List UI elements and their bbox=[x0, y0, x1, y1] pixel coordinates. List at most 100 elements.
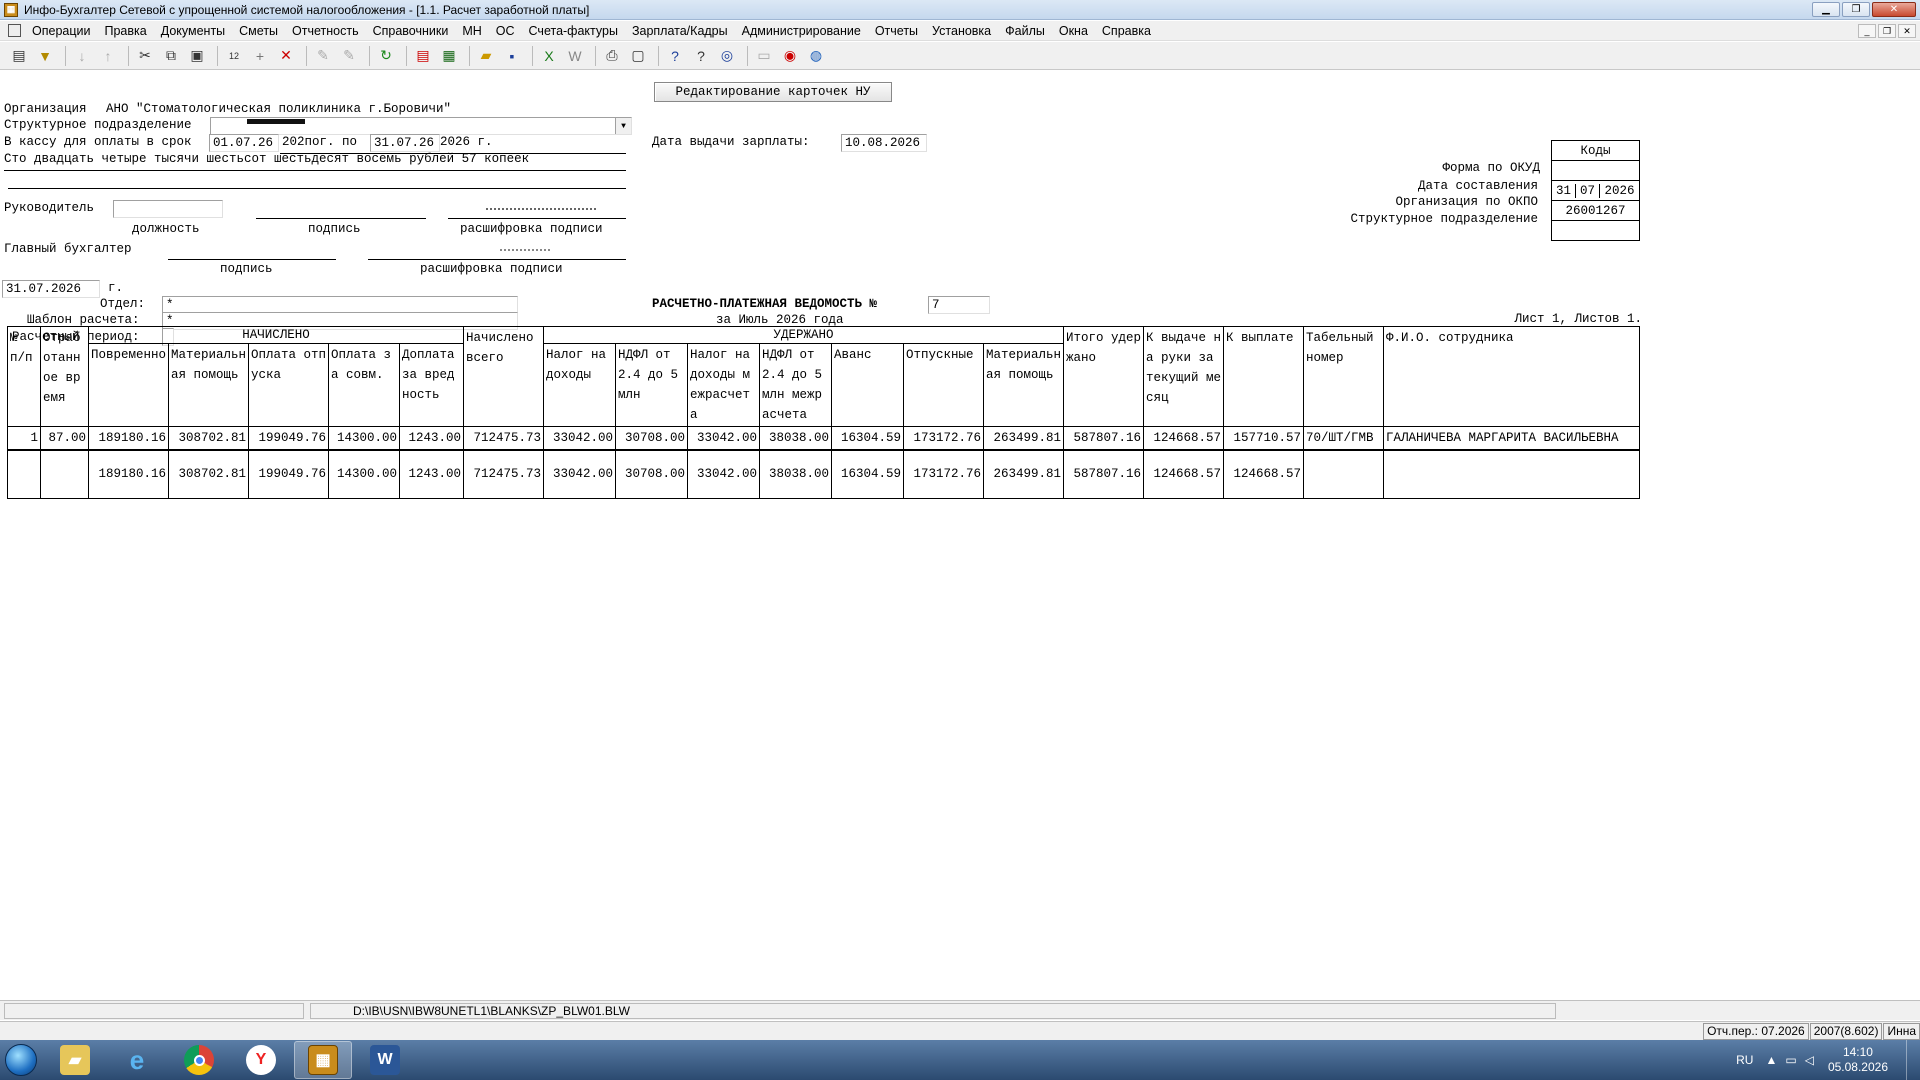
cell[interactable]: 30708.00 bbox=[615, 426, 688, 451]
head-position-field[interactable] bbox=[113, 200, 223, 218]
mdi-close-button[interactable]: ✕ bbox=[1898, 24, 1916, 38]
close-button[interactable]: ✕ bbox=[1872, 2, 1916, 17]
cell[interactable]: 308702.81 bbox=[168, 426, 249, 451]
calculator-icon[interactable]: ▤ bbox=[8, 45, 30, 67]
mdi-restore-button[interactable]: ❐ bbox=[1878, 24, 1896, 38]
start-button[interactable] bbox=[0, 1040, 42, 1080]
globe-icon[interactable]: ◍ bbox=[805, 45, 827, 67]
taskbar-infobuh[interactable]: ▦ bbox=[294, 1041, 352, 1079]
cell[interactable]: 157710.57 bbox=[1223, 426, 1304, 451]
taskbar-word[interactable]: W bbox=[356, 1041, 414, 1079]
table-row[interactable]: 1 87.00 189180.16 308702.81 199049.76 14… bbox=[7, 426, 1640, 451]
add-icon[interactable]: + bbox=[249, 45, 271, 67]
menu-os[interactable]: ОС bbox=[489, 21, 522, 41]
cell[interactable]: 1243.00 bbox=[399, 426, 464, 451]
chevron-down-icon[interactable]: ▼ bbox=[615, 118, 631, 134]
word-icon[interactable]: W bbox=[564, 45, 586, 67]
minimize-button[interactable]: ▁ bbox=[1812, 2, 1840, 17]
restore-button[interactable]: ❐ bbox=[1842, 2, 1870, 17]
cut-icon[interactable]: ✂ bbox=[134, 45, 156, 67]
cell[interactable]: 1 bbox=[7, 426, 41, 451]
subdiv-select[interactable]: ▼ bbox=[210, 117, 632, 135]
cell[interactable]: 173172.76 bbox=[903, 426, 984, 451]
report-icon[interactable]: ▭ bbox=[753, 45, 775, 67]
menu-windows[interactable]: Окна bbox=[1052, 21, 1095, 41]
cell[interactable]: 33042.00 bbox=[543, 426, 616, 451]
numbering-icon[interactable]: 1​2 bbox=[223, 45, 245, 67]
doc-date-field[interactable]: 31.07.2026 bbox=[2, 280, 100, 298]
network-icon[interactable]: ▭ bbox=[1785, 1053, 1796, 1067]
edit-disabled-icon[interactable]: ✎ bbox=[338, 45, 360, 67]
cell[interactable]: 16304.59 bbox=[831, 426, 904, 451]
compass-icon[interactable]: ◎ bbox=[716, 45, 738, 67]
accounting-app-icon: ▦ bbox=[308, 1045, 338, 1075]
cell[interactable]: 87.00 bbox=[40, 426, 89, 451]
menu-settings[interactable]: Установка bbox=[925, 21, 998, 41]
header-withheld-col: Аванс bbox=[831, 343, 904, 427]
clock[interactable]: 14:10 05.08.2026 bbox=[1828, 1045, 1888, 1075]
open-folder-icon[interactable]: ▰ bbox=[475, 45, 497, 67]
print-icon[interactable]: ⎙ bbox=[601, 45, 623, 67]
tray-expand-icon[interactable]: ▲ bbox=[1765, 1053, 1777, 1067]
pdf-icon[interactable]: ▤ bbox=[412, 45, 434, 67]
menu-documents[interactable]: Документы bbox=[154, 21, 232, 41]
sort-asc-icon[interactable]: ↓ bbox=[71, 45, 93, 67]
date-to-field[interactable]: 31.07.26 bbox=[370, 134, 440, 152]
app-icon[interactable]: ▦ bbox=[4, 2, 18, 17]
menu-files[interactable]: Файлы bbox=[998, 21, 1052, 41]
preview-icon[interactable]: ▢ bbox=[627, 45, 649, 67]
total-cell: 33042.00 bbox=[543, 449, 616, 499]
menu-reports[interactable]: Отчеты bbox=[868, 21, 925, 41]
show-desktop-button[interactable] bbox=[1906, 1040, 1920, 1080]
cell[interactable]: 70/ШТ/ГМВ bbox=[1303, 426, 1384, 451]
mdi-minimize-button[interactable]: _ bbox=[1858, 24, 1876, 38]
language-indicator[interactable]: RU bbox=[1736, 1053, 1753, 1067]
paste-icon[interactable]: ▣ bbox=[186, 45, 208, 67]
refresh-icon[interactable]: ↻ bbox=[375, 45, 397, 67]
help-icon[interactable]: ? bbox=[664, 45, 686, 67]
edit-icon[interactable]: ✎ bbox=[312, 45, 334, 67]
menu-operations[interactable]: Операции bbox=[25, 21, 97, 41]
codes-subdiv-label: Структурное подразделение bbox=[1350, 212, 1538, 226]
pay-date-field[interactable]: 10.08.2026 bbox=[841, 134, 927, 152]
sort-desc-icon[interactable]: ↑ bbox=[97, 45, 119, 67]
cell[interactable]: 712475.73 bbox=[463, 426, 544, 451]
volume-icon[interactable]: ◁ bbox=[1805, 1053, 1814, 1067]
menu-mn[interactable]: МН bbox=[455, 21, 488, 41]
delete-icon[interactable]: ✕ bbox=[275, 45, 297, 67]
cell[interactable]: 189180.16 bbox=[88, 426, 169, 451]
date-year: 2026 bbox=[1604, 183, 1635, 198]
cell[interactable]: 38038.00 bbox=[759, 426, 832, 451]
spreadsheet-icon[interactable]: ▦ bbox=[438, 45, 460, 67]
menu-reporting[interactable]: Отчетность bbox=[285, 21, 366, 41]
copy-icon[interactable]: ⧉ bbox=[160, 45, 182, 67]
taskbar-chrome[interactable] bbox=[170, 1041, 228, 1079]
menu-invoices[interactable]: Счета-фактуры bbox=[522, 21, 625, 41]
cell[interactable]: 33042.00 bbox=[687, 426, 760, 451]
taskbar-explorer[interactable]: ▰ bbox=[46, 1041, 104, 1079]
edit-tax-cards-button[interactable]: Редактирование карточек НУ bbox=[654, 82, 892, 102]
cell[interactable]: 199049.76 bbox=[248, 426, 329, 451]
filter-icon[interactable]: ▼ bbox=[34, 45, 56, 67]
cell[interactable]: ГАЛАНИЧЕВА МАРГАРИТА ВАСИЛЬЕВНА bbox=[1383, 426, 1640, 451]
save-icon[interactable]: ▪ bbox=[501, 45, 523, 67]
excel-icon[interactable]: X bbox=[538, 45, 560, 67]
cell[interactable]: 587807.16 bbox=[1063, 426, 1144, 451]
menu-estimates[interactable]: Сметы bbox=[232, 21, 285, 41]
cell[interactable]: 124668.57 bbox=[1143, 426, 1224, 451]
cell[interactable]: 14300.00 bbox=[328, 426, 400, 451]
date-from-field[interactable]: 01.07.26 bbox=[209, 134, 279, 152]
document-system-icon[interactable] bbox=[8, 24, 21, 37]
taskbar-yandex[interactable]: Y bbox=[232, 1041, 290, 1079]
menu-administration[interactable]: Администрирование bbox=[735, 21, 868, 41]
lifebuoy-icon[interactable]: ◉ bbox=[779, 45, 801, 67]
header-withheld-col: Налог на доходы межрасчета bbox=[687, 343, 760, 427]
cell[interactable]: 263499.81 bbox=[983, 426, 1064, 451]
menu-directories[interactable]: Справочники bbox=[366, 21, 456, 41]
statement-number-field[interactable]: 7 bbox=[928, 296, 990, 314]
menu-salary-hr[interactable]: Зарплата/Кадры bbox=[625, 21, 735, 41]
context-help-icon[interactable]: ? bbox=[690, 45, 712, 67]
menu-edit[interactable]: Правка bbox=[97, 21, 153, 41]
taskbar-ie[interactable]: e bbox=[108, 1041, 166, 1079]
menu-help[interactable]: Справка bbox=[1095, 21, 1158, 41]
